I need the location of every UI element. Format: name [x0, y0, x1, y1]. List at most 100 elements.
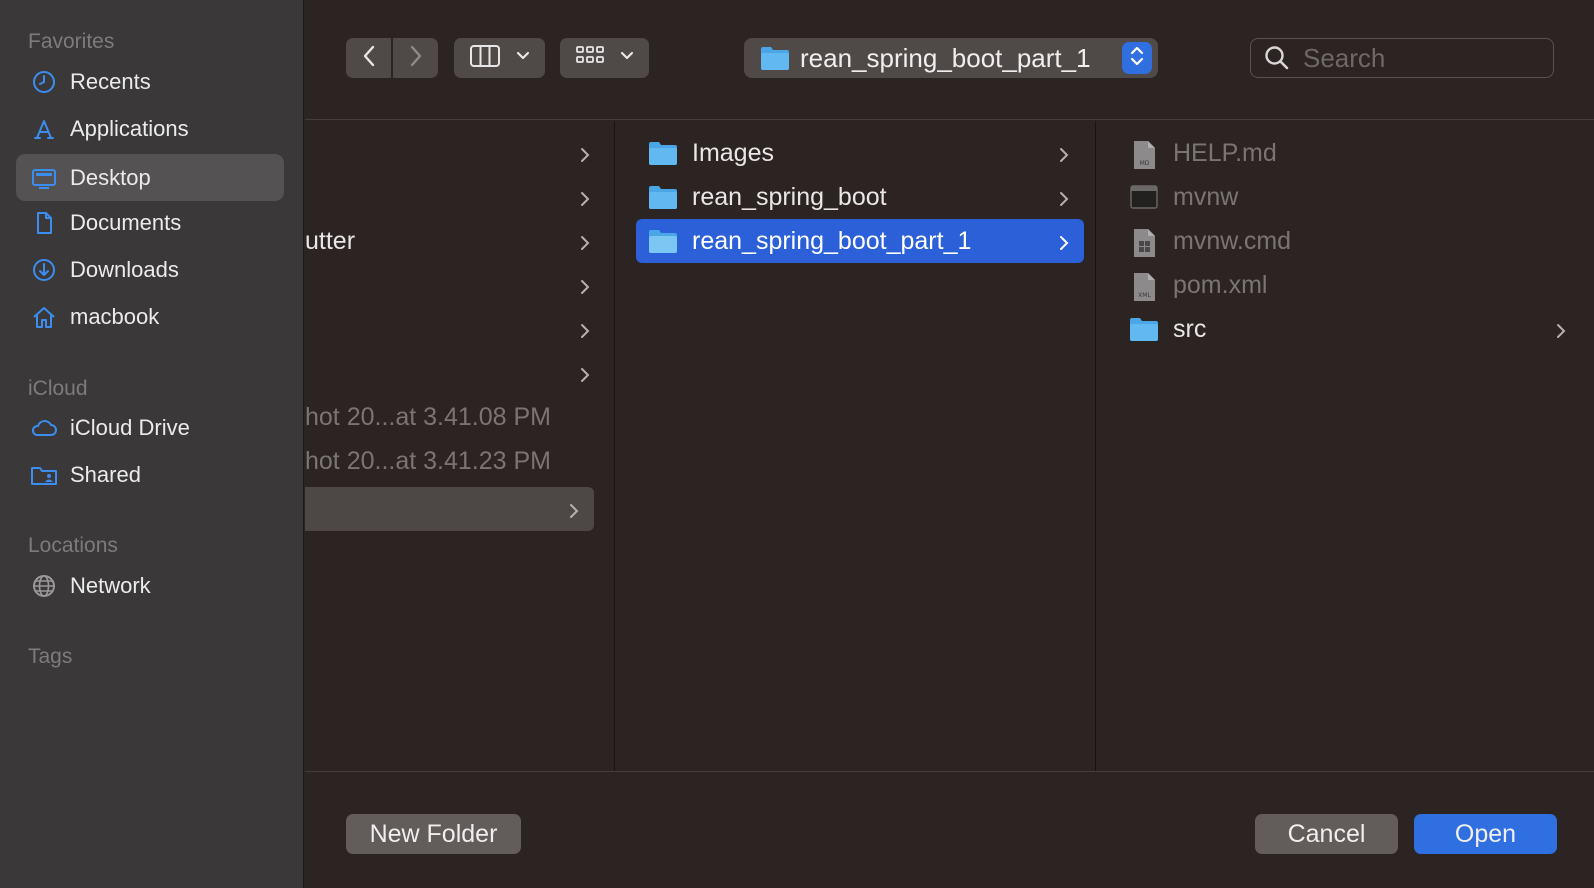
sidebar-item-label: Desktop — [70, 164, 151, 190]
forward-button[interactable] — [393, 38, 438, 78]
chevron-right-icon — [579, 363, 591, 392]
list-item[interactable]: rean_spring_boot — [636, 175, 1084, 219]
list-item[interactable]: Images — [636, 131, 1084, 175]
list-item[interactable]: mvnw — [1117, 175, 1581, 219]
folder-icon — [760, 45, 790, 71]
group-button[interactable] — [560, 38, 649, 78]
up-down-chevron-icon — [1129, 44, 1145, 73]
favorites-header: Favorites — [28, 30, 115, 53]
terminal-file-icon — [1129, 184, 1159, 210]
list-item-label: mvnw.cmd — [1173, 226, 1292, 255]
main-panel: rean_spring_boot_part_1 Search utter hot… — [305, 0, 1594, 888]
folder-icon — [648, 140, 678, 166]
list-item[interactable] — [305, 175, 605, 219]
path-popup[interactable]: rean_spring_boot_part_1 — [744, 38, 1158, 78]
clock-icon — [30, 68, 58, 96]
chevron-right-icon — [579, 275, 591, 304]
path-stepper[interactable] — [1122, 42, 1152, 74]
list-item[interactable] — [305, 263, 605, 307]
sidebar-item-network[interactable]: Network — [16, 562, 284, 609]
sidebar-item-label: Recents — [70, 68, 151, 94]
chevron-right-icon — [579, 143, 591, 172]
search-input[interactable]: Search — [1303, 43, 1385, 74]
cancel-button[interactable]: Cancel — [1255, 814, 1398, 854]
applications-icon — [30, 115, 58, 143]
list-item-selected[interactable]: rean_spring_boot_part_1 — [636, 219, 1084, 263]
desktop-icon — [30, 164, 58, 192]
sidebar-item-label: Applications — [70, 115, 189, 141]
tags-header: Tags — [28, 645, 73, 668]
search-field[interactable]: Search — [1250, 38, 1554, 78]
toolbar: rean_spring_boot_part_1 Search — [305, 0, 1594, 120]
chevron-right-icon — [408, 44, 424, 73]
chevron-right-icon — [1058, 187, 1070, 216]
list-item-label: src — [1173, 314, 1207, 343]
shared-folder-icon — [30, 461, 58, 489]
list-item-label: rean_spring_boot — [692, 182, 887, 211]
sidebar-item-macbook[interactable]: macbook — [16, 293, 284, 340]
folder-icon — [1129, 316, 1159, 342]
list-item[interactable]: MD HELP.md — [1117, 131, 1581, 175]
chevron-down-icon — [619, 49, 635, 67]
list-item-selected-inactive[interactable] — [305, 487, 594, 531]
list-item[interactable]: hot 20...at 3.41.08 PM — [305, 395, 605, 439]
list-item[interactable] — [305, 307, 605, 351]
sidebar-item-recents[interactable]: Recents — [16, 58, 284, 105]
xml-file-icon: XML — [1129, 272, 1159, 301]
chevron-right-icon — [579, 319, 591, 348]
list-item-label: pom.xml — [1173, 270, 1268, 299]
folder-icon — [648, 184, 678, 210]
xml-badge: XML — [1138, 292, 1151, 299]
sidebar-item-downloads[interactable]: Downloads — [16, 246, 284, 293]
list-item[interactable]: src — [1117, 307, 1581, 351]
list-item[interactable]: utter — [305, 219, 605, 263]
chevron-right-icon — [579, 187, 591, 216]
sidebar-item-icloud-drive[interactable]: iCloud Drive — [16, 404, 284, 451]
list-item-label: hot 20...at 3.41.08 PM — [305, 402, 551, 431]
windows-file-icon — [1129, 228, 1159, 257]
list-item[interactable] — [305, 351, 605, 395]
list-item-label: rean_spring_boot_part_1 — [692, 226, 972, 255]
sidebar-item-label: iCloud Drive — [70, 414, 190, 440]
list-item[interactable]: hot 20...at 3.41.23 PM — [305, 439, 605, 483]
view-mode-button[interactable] — [454, 38, 545, 78]
download-icon — [30, 256, 58, 284]
sidebar-item-label: Shared — [70, 461, 141, 487]
list-item[interactable]: mvnw.cmd — [1117, 219, 1581, 263]
sidebar-item-documents[interactable]: Documents — [16, 199, 284, 246]
list-item[interactable] — [305, 131, 605, 175]
list-item-label: hot 20...at 3.41.23 PM — [305, 446, 551, 475]
search-icon — [1263, 44, 1291, 72]
new-folder-button[interactable]: New Folder — [346, 814, 521, 854]
grid-icon — [575, 43, 605, 74]
sidebar-item-applications[interactable]: Applications — [16, 105, 284, 152]
chevron-right-icon — [1058, 231, 1070, 260]
chevron-down-icon — [515, 49, 531, 67]
back-button[interactable] — [346, 38, 391, 78]
icloud-header: iCloud — [28, 377, 88, 400]
sidebar-item-label: Downloads — [70, 256, 179, 282]
list-item[interactable]: XML pom.xml — [1117, 263, 1581, 307]
locations-header: Locations — [28, 534, 118, 557]
cloud-icon — [30, 414, 58, 442]
document-icon — [30, 209, 58, 237]
chevron-right-icon — [1555, 319, 1567, 348]
path-label: rean_spring_boot_part_1 — [800, 42, 1091, 73]
chevron-left-icon — [361, 44, 377, 73]
folder-icon — [648, 228, 678, 254]
chevron-right-icon — [568, 499, 580, 528]
columns-view-icon — [469, 43, 501, 74]
md-badge: MD — [1140, 160, 1150, 167]
sidebar-item-label: Network — [70, 572, 151, 598]
list-item-label: mvnw — [1173, 182, 1239, 211]
column-project: Images rean_spring_boot rean_spring_boot… — [616, 121, 1096, 771]
sidebar: Favorites Recents Applications Desktop D… — [0, 0, 304, 888]
list-item-label: utter — [305, 226, 356, 255]
list-item-label: HELP.md — [1173, 138, 1277, 167]
open-button[interactable]: Open — [1414, 814, 1557, 854]
home-icon — [30, 303, 58, 331]
sidebar-item-shared[interactable]: Shared — [16, 451, 284, 498]
sidebar-item-label: macbook — [70, 303, 160, 329]
sidebar-item-desktop[interactable]: Desktop — [16, 154, 284, 201]
column-parent: utter hot 20...at 3.41.08 PM hot 20...at… — [305, 121, 615, 771]
